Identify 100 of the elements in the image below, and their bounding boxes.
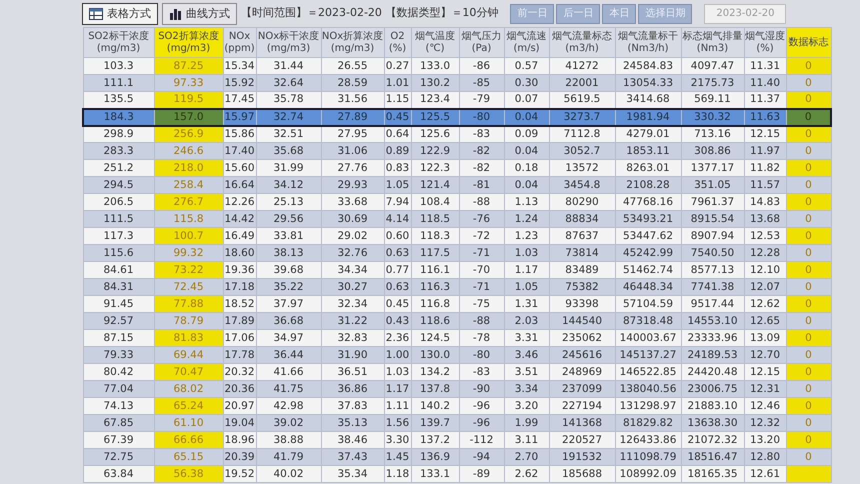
table-cell: 61.10: [154, 414, 223, 432]
table-cell: 37.97: [256, 296, 321, 312]
table-cell: -80: [459, 346, 504, 364]
table-cell: 111.1: [83, 74, 154, 92]
table-cell: 141368: [549, 414, 615, 432]
table-cell: 12.46: [744, 398, 786, 414]
table-cell: 185688: [549, 466, 615, 482]
table-cell: 87318.48: [615, 312, 681, 330]
table-cell: 42.98: [256, 398, 321, 414]
table-cell: 1.56: [384, 414, 411, 432]
table-cell: 11.57: [744, 176, 786, 194]
table-cell: 248969: [549, 364, 615, 380]
table-cell: -72: [459, 228, 504, 244]
table-cell: 7540.50: [681, 244, 744, 262]
table-cell: 29.56: [256, 210, 321, 228]
table-cell: 103.3: [83, 58, 154, 74]
table-cell: 41272: [549, 58, 615, 74]
table-cell: 91.45: [83, 296, 154, 312]
table-cell: 12.10: [744, 262, 786, 278]
table-cell: 138040.56: [615, 380, 681, 398]
column-header: 烟气湿度 (%): [744, 28, 786, 58]
table-cell: 140003.67: [615, 330, 681, 346]
date-button[interactable]: 选择日期: [638, 4, 692, 24]
table-cell: 0: [786, 296, 831, 312]
table-cell: 7.94: [384, 194, 411, 210]
table-cell: 27.76: [321, 160, 384, 176]
table-cell: 73.22: [154, 262, 223, 278]
table-cell: 115.6: [83, 244, 154, 262]
table-cell: 276.7: [154, 194, 223, 210]
table-cell: 0: [786, 330, 831, 346]
table-cell: 12.53: [744, 228, 786, 244]
table-cell: 35.34: [321, 466, 384, 482]
date-field[interactable]: 2023-02-20: [704, 4, 786, 24]
table-cell: 8915.54: [681, 210, 744, 228]
table-cell: 21883.10: [681, 398, 744, 414]
date-button[interactable]: 前一日: [510, 4, 554, 24]
date-button[interactable]: 后一日: [556, 4, 600, 24]
table-cell: -89: [459, 466, 504, 482]
table-cell: 37.83: [321, 398, 384, 414]
table-cell: -75: [459, 296, 504, 312]
table-cell: 111.5: [83, 210, 154, 228]
table-cell: 11.40: [744, 74, 786, 92]
table-cell: 12.65: [744, 312, 786, 330]
table-cell: 16.49: [223, 228, 256, 244]
table-cell: 0: [786, 74, 831, 92]
table-cell: 0.89: [384, 142, 411, 160]
table-cell: 17.40: [223, 142, 256, 160]
table-cell: 116.3: [411, 278, 459, 296]
table-cell: 1.23: [504, 228, 549, 244]
table-cell: 36.68: [256, 312, 321, 330]
selected-row[interactable]: 184.3 157.0 15.97 32.74 27.89 0.45 125.5 -80 0.04 3273.7 1981.94 330.32 11.63 0: [83, 108, 831, 126]
table-cell: 123.4: [411, 92, 459, 108]
table-cell: 0: [786, 262, 831, 278]
table-cell: 31.44: [256, 58, 321, 74]
table-cell: 0.18: [504, 160, 549, 176]
table-cell: 29.93: [321, 176, 384, 194]
table-cell: 75382: [549, 278, 615, 296]
table-cell: 33.81: [256, 228, 321, 244]
table-cell: 72.45: [154, 278, 223, 296]
table-cell: 351.05: [681, 176, 744, 194]
table-cell: 31.99: [256, 160, 321, 176]
table-cell: 11.97: [744, 142, 786, 160]
view-tab[interactable]: 曲线方式: [162, 2, 237, 24]
table-cell: 330.32: [681, 108, 744, 126]
table-cell: 227194: [549, 398, 615, 414]
table-cell: 18.96: [223, 432, 256, 448]
table-cell: 0: [786, 244, 831, 262]
table-cell: 38.46: [321, 432, 384, 448]
table-cell: 34.34: [321, 262, 384, 278]
table-cell: 0: [786, 160, 831, 176]
table-cell: 1.99: [504, 414, 549, 432]
table-cell: -76: [459, 210, 504, 228]
table-cell: 16.64: [223, 176, 256, 194]
table-cell: 87.25: [154, 58, 223, 74]
table-cell: 0: [786, 142, 831, 160]
table-cell: -78: [459, 330, 504, 346]
table-cell: 1.18: [384, 466, 411, 482]
table-cell: 31.06: [321, 142, 384, 160]
table-cell: 13.68: [744, 210, 786, 228]
table-cell: 184.3: [83, 108, 154, 126]
table-cell: 3.20: [504, 398, 549, 414]
table-cell: 24420.48: [681, 364, 744, 380]
date-button[interactable]: 本日: [602, 4, 636, 24]
view-tab[interactable]: 表格方式: [82, 2, 158, 24]
column-header: 标态烟气排量 (Nm3): [681, 28, 744, 58]
table-cell: 0: [786, 432, 831, 448]
table-cell: 32.74: [256, 108, 321, 126]
table-cell: 81.83: [154, 330, 223, 346]
table-cell: 31.90: [321, 346, 384, 364]
table-cell: 0: [786, 108, 831, 126]
table-cell: 0: [786, 380, 831, 398]
table-cell: 38.88: [256, 432, 321, 448]
table-cell: 34.12: [256, 176, 321, 194]
table-cell: 136.9: [411, 448, 459, 466]
table-cell: 245616: [549, 346, 615, 364]
table-cell: 9517.44: [681, 296, 744, 312]
table-cell: 36.44: [256, 346, 321, 364]
table-cell: 29.02: [321, 228, 384, 244]
table-cell: 13.20: [744, 432, 786, 448]
table-cell: 13638.30: [681, 414, 744, 432]
